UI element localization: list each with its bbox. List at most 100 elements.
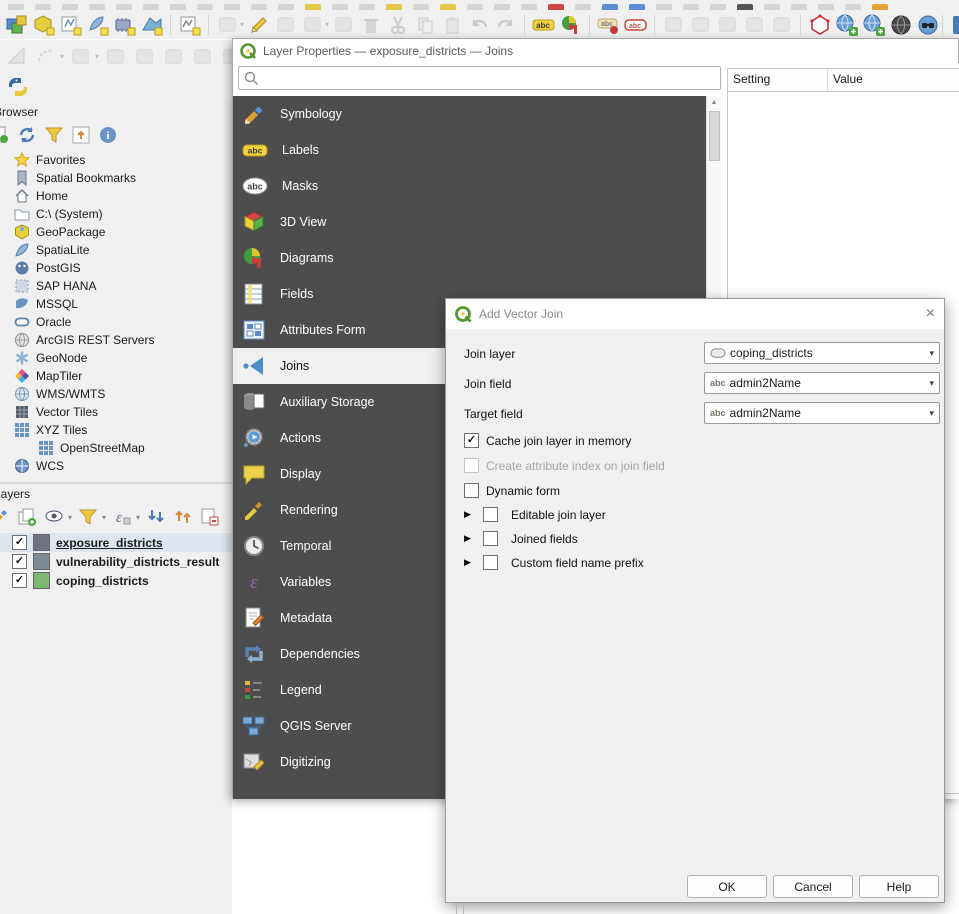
- change-label-properties-icon[interactable]: [742, 12, 767, 37]
- browser-item-oracle[interactable]: Oracle: [0, 313, 232, 331]
- expander-icon[interactable]: ▶: [464, 533, 476, 544]
- joins-table-header[interactable]: Setting Value: [728, 69, 959, 92]
- toggle-editing-icon[interactable]: [246, 12, 271, 37]
- filter-legend-icon[interactable]: [77, 506, 99, 528]
- current-edits-icon[interactable]: [215, 12, 240, 37]
- refresh-icon[interactable]: [16, 124, 38, 146]
- layer-labeling-options-icon[interactable]: abc: [531, 12, 556, 37]
- rotate-label-icon[interactable]: [715, 12, 740, 37]
- sidebar-item-masks[interactable]: abcMasks: [233, 168, 706, 204]
- remove-layer-icon[interactable]: [199, 506, 221, 528]
- sidebar-item-labels[interactable]: abcLabels: [233, 132, 706, 168]
- browser-item-arcgis-rest[interactable]: ArcGIS REST Servers: [0, 331, 232, 349]
- layer-diagram-options-icon[interactable]: [558, 12, 583, 37]
- join-field-combo[interactable]: abc admin2Name ▾: [704, 372, 940, 394]
- cache-join-layer-checkbox[interactable]: ✓ Cache join layer in memory: [464, 433, 631, 448]
- search-places-icon[interactable]: [915, 12, 940, 37]
- browser-item-home[interactable]: Home: [0, 187, 232, 205]
- help-contents-icon[interactable]: ?: [949, 12, 959, 37]
- expand-all-icon[interactable]: [145, 506, 167, 528]
- browser-item-spatialite[interactable]: SpatiaLite: [0, 241, 232, 259]
- add-vector-join-titlebar[interactable]: Add Vector Join ×: [446, 299, 944, 329]
- pin-labels-icon[interactable]: abc: [596, 12, 621, 37]
- add-wms-layer-icon[interactable]: [834, 12, 859, 37]
- data-source-manager-icon[interactable]: [4, 12, 29, 37]
- layer-properties-titlebar[interactable]: Layer Properties — exposure_districts — …: [233, 39, 958, 63]
- cut-features-icon[interactable]: [385, 12, 410, 37]
- highlight-pinned-labels-icon[interactable]: abc: [623, 12, 648, 37]
- browser-item-openstreetmap[interactable]: OpenStreetMap: [0, 439, 232, 457]
- close-icon[interactable]: ×: [926, 305, 935, 323]
- layer-visibility-checkbox[interactable]: ✓: [12, 554, 27, 569]
- ok-button[interactable]: OK: [687, 875, 767, 898]
- properties-search-box[interactable]: [238, 66, 721, 90]
- rotate-feature-icon[interactable]: [132, 44, 157, 69]
- browser-item-vector-tiles[interactable]: Vector Tiles: [0, 403, 232, 421]
- expander-icon[interactable]: ▶: [464, 509, 476, 520]
- add-ring-icon[interactable]: [190, 44, 215, 69]
- sidebar-item-diagrams[interactable]: Diagrams: [233, 240, 706, 276]
- layer-row-coping-districts[interactable]: ✓ coping_districts: [0, 571, 232, 590]
- dynamic-form-checkbox[interactable]: Dynamic form: [464, 483, 560, 498]
- copy-move-feature-icon[interactable]: [103, 44, 128, 69]
- modify-attributes-icon[interactable]: [331, 12, 356, 37]
- help-button[interactable]: Help: [859, 875, 939, 898]
- new-shapefile-layer-icon[interactable]: [58, 12, 83, 37]
- column-header-value[interactable]: Value: [828, 69, 863, 91]
- new-shapefile-polygon-icon[interactable]: [807, 12, 832, 37]
- sidebar-item-symbology[interactable]: Symbology: [233, 96, 706, 132]
- undo-icon[interactable]: [466, 12, 491, 37]
- enable-advanced-digitizing-icon[interactable]: [4, 44, 29, 69]
- sidebar-item-3d-view[interactable]: 3D View: [233, 204, 706, 240]
- layer-visibility-checkbox[interactable]: ✓: [12, 535, 27, 550]
- delete-selected-icon[interactable]: [358, 12, 383, 37]
- simplify-feature-icon[interactable]: [161, 44, 186, 69]
- collapse-all-icon[interactable]: [70, 124, 92, 146]
- open-layer-styling-icon[interactable]: [0, 506, 11, 528]
- browser-item-c-drive[interactable]: C:\ (System): [0, 205, 232, 223]
- copy-features-icon[interactable]: [412, 12, 437, 37]
- metasearch-icon[interactable]: [888, 12, 913, 37]
- joined-fields-group[interactable]: ▶ Joined fields: [464, 531, 578, 546]
- new-mesh-layer-icon[interactable]: [139, 12, 164, 37]
- circular-string-icon[interactable]: [33, 44, 58, 69]
- vertex-tool-icon[interactable]: [300, 12, 325, 37]
- add-wcs-layer-icon[interactable]: [861, 12, 886, 37]
- scrollbar-thumb[interactable]: [709, 111, 720, 161]
- browser-item-sap-hana[interactable]: SAP HANA: [0, 277, 232, 295]
- browser-item-wms[interactable]: WMS/WMTS: [0, 385, 232, 403]
- browser-item-favorites[interactable]: Favorites: [0, 151, 232, 169]
- expander-icon[interactable]: ▶: [464, 557, 476, 568]
- column-header-setting[interactable]: Setting: [728, 69, 828, 91]
- custom-field-name-prefix-group[interactable]: ▶ Custom field name prefix: [464, 555, 644, 570]
- move-label-icon[interactable]: [688, 12, 713, 37]
- target-field-combo[interactable]: abc admin2Name ▾: [704, 402, 940, 424]
- editable-join-layer-checkbox[interactable]: [483, 507, 498, 522]
- new-virtual-layer-icon[interactable]: [112, 12, 137, 37]
- manage-map-themes-icon[interactable]: [43, 506, 65, 528]
- join-layer-combo[interactable]: coping_districts ▾: [704, 342, 940, 364]
- collapse-all-layers-icon[interactable]: [172, 506, 194, 528]
- browser-item-mssql[interactable]: MSSQL: [0, 295, 232, 313]
- browser-item-xyz-tiles[interactable]: XYZ Tiles: [0, 421, 232, 439]
- browser-item-geopackage[interactable]: GeoPackage: [0, 223, 232, 241]
- move-feature-icon[interactable]: [68, 44, 93, 69]
- browser-item-geonode[interactable]: GeoNode: [0, 349, 232, 367]
- python-console-icon[interactable]: [5, 75, 30, 100]
- scroll-up-arrow[interactable]: ▲: [707, 96, 721, 106]
- new-geopackage-layer-icon[interactable]: [31, 12, 56, 37]
- show-hide-labels-icon[interactable]: [661, 12, 686, 37]
- properties-info-icon[interactable]: i: [97, 124, 119, 146]
- add-selected-layers-icon[interactable]: [0, 124, 11, 146]
- filter-by-expression-icon[interactable]: ε: [111, 506, 133, 528]
- browser-item-spatial-bookmarks[interactable]: Spatial Bookmarks: [0, 169, 232, 187]
- paste-features-icon[interactable]: [439, 12, 464, 37]
- browser-item-maptiler[interactable]: MapTiler: [0, 367, 232, 385]
- editable-join-layer-group[interactable]: ▶ Editable join layer: [464, 507, 606, 522]
- custom-field-name-prefix-checkbox[interactable]: [483, 555, 498, 570]
- panel-splitter[interactable]: [224, 102, 232, 482]
- cancel-button[interactable]: Cancel: [773, 875, 853, 898]
- redo-icon[interactable]: [493, 12, 518, 37]
- label-tool-extra-icon[interactable]: [769, 12, 794, 37]
- new-spatialite-layer-icon[interactable]: [85, 12, 110, 37]
